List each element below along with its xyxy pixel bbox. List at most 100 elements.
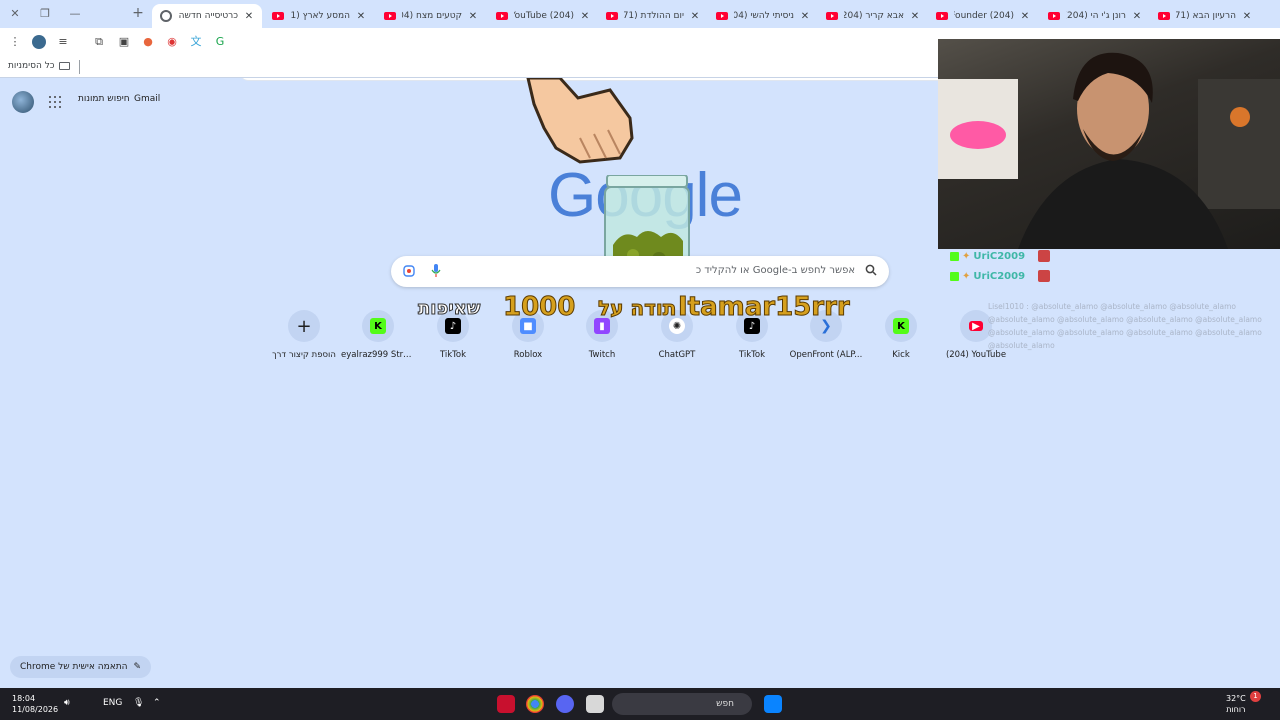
shortcut-kick-stream[interactable]: K eyalraz999 Stre... xyxy=(341,310,415,360)
taskbar-app-icon[interactable] xyxy=(497,695,515,713)
restore-window-icon[interactable]: ❐ xyxy=(37,6,53,22)
shortcut-label: eyalraz999 Stre... xyxy=(341,350,415,360)
youtube-icon xyxy=(826,12,838,20)
file-explorer-icon[interactable] xyxy=(586,695,604,713)
webcam-person-image xyxy=(938,52,1280,249)
donation-thanks: תודה על xyxy=(597,296,677,321)
kick-badge-icon xyxy=(950,271,959,281)
tab-9[interactable]: המסע לארץ (371) ✕ xyxy=(264,4,374,28)
weather-temp: 32°C xyxy=(1226,694,1246,703)
tab-close-icon[interactable]: ✕ xyxy=(690,11,700,22)
tab-label: המסע לארץ (371) xyxy=(290,11,350,21)
customize-chrome-button[interactable]: ✎ התאמה אישית של Chrome xyxy=(10,656,152,678)
kick-icon: K xyxy=(893,318,909,334)
tab-label: כרטיסייה חדשה xyxy=(178,11,238,21)
tab-label: הרעיון הבא (371) xyxy=(1176,11,1236,21)
plus-icon: + xyxy=(296,315,312,337)
taskbar-search[interactable]: חפש xyxy=(612,693,752,715)
close-window-icon[interactable]: ✕ xyxy=(7,6,23,22)
microphone-tray-icon[interactable]: 🎙︎ xyxy=(133,698,144,708)
reading-list-icon[interactable]: ≡ xyxy=(55,34,71,50)
tab-2[interactable]: רונן ג'י הי (204) ✕ xyxy=(1040,4,1150,28)
windows-start-icon[interactable] xyxy=(764,695,782,713)
shortcut-label: OpenFront (ALP... xyxy=(789,350,863,360)
taskbar-search-label: חפש xyxy=(716,699,734,709)
tab-3[interactable]: deFounder (204) ✕ xyxy=(928,4,1038,28)
pencil-icon: ✎ xyxy=(133,662,142,672)
tab-6[interactable]: יום ההולדת (371) ✕ xyxy=(598,4,708,28)
youtube-icon xyxy=(936,12,948,20)
youtube-icon xyxy=(496,12,508,20)
youtube-icon xyxy=(272,12,284,20)
volume-icon[interactable]: 🔊︎ xyxy=(64,698,70,708)
chevron-up-icon[interactable]: ⌃ xyxy=(153,698,161,708)
tab-close-icon[interactable]: ✕ xyxy=(1020,11,1030,22)
tab-close-icon[interactable]: ✕ xyxy=(800,11,810,22)
search-box[interactable]: אפשר לחפש ב-Google או להקליד כ xyxy=(391,256,889,287)
chrome-taskbar-icon[interactable] xyxy=(526,695,544,713)
tab-1[interactable]: הרעיון הבא (371) ✕ xyxy=(1150,4,1260,28)
shortcut-label: TikTok xyxy=(738,350,766,360)
account-avatar[interactable] xyxy=(12,91,34,113)
extension-orange-icon[interactable]: ● xyxy=(140,34,156,50)
grammarly-icon[interactable]: G xyxy=(212,34,228,50)
bookmarks-divider xyxy=(79,60,80,74)
kick-badge-icon xyxy=(950,251,959,261)
youtube-icon: ▶ xyxy=(969,321,983,332)
notification-badge: 1 xyxy=(1250,691,1261,702)
shortcut-label: Roblox xyxy=(513,350,543,360)
tab-4[interactable]: אבא קריר (204) ✕ xyxy=(818,4,928,28)
youtube-icon xyxy=(716,12,728,20)
google-apps-icon[interactable] xyxy=(49,96,61,108)
donation-unit: שאיפות xyxy=(417,298,481,320)
weather-widget[interactable]: 32°C רוחות xyxy=(1226,693,1246,715)
emote-icon xyxy=(1038,270,1051,282)
language-indicator[interactable]: ENG xyxy=(103,698,122,708)
minimize-window-icon[interactable]: — xyxy=(67,6,83,22)
profile-avatar-icon[interactable] xyxy=(31,34,47,50)
tab-label: ניסיתי להשי (204) xyxy=(734,11,794,21)
tab-close-icon[interactable]: ✕ xyxy=(468,11,478,22)
folder-icon xyxy=(58,62,70,70)
tab-close-icon[interactable]: ✕ xyxy=(244,11,254,22)
emote-icon xyxy=(1038,250,1051,262)
tab-label: קטעים מצח (204) xyxy=(402,11,462,21)
menu-icon[interactable]: ⋮ xyxy=(7,34,23,50)
google-lens-icon[interactable] xyxy=(403,265,415,277)
youtube-icon xyxy=(384,12,396,20)
donation-donor: Itamar15rrr xyxy=(678,292,851,323)
cast-icon[interactable]: ▣ xyxy=(116,34,132,50)
tab-close-icon[interactable]: ✕ xyxy=(580,11,590,22)
tab-5[interactable]: ניסיתי להשי (204) ✕ xyxy=(708,4,818,28)
images-link[interactable]: חיפוש תמונות xyxy=(78,94,130,104)
tab-strip: ✕ ❐ — + הרעיון הבא (371) ✕ רונן ג'י הי (2… xyxy=(0,0,1280,28)
clock-time: 18:04 xyxy=(12,694,36,703)
tab-label: YouTube (204) xyxy=(514,11,574,21)
tab-8[interactable]: קטעים מצח (204) ✕ xyxy=(376,4,486,28)
chat-message: ✦ UriC2009 xyxy=(950,270,1051,282)
shortcut-kick[interactable]: K Kick xyxy=(864,310,938,360)
taskbar: 18:04 11/08/2026 🔊︎ ENG 🎙︎ ⌃ חפש 32°C רו… xyxy=(0,688,1280,720)
extension-red-icon[interactable]: ◉ xyxy=(164,34,180,50)
clock[interactable]: 18:04 11/08/2026 xyxy=(12,693,58,715)
all-bookmarks-button[interactable]: כל הסימניות xyxy=(8,61,70,71)
tab-close-icon[interactable]: ✕ xyxy=(356,11,366,22)
new-tab-button[interactable]: + xyxy=(130,6,146,22)
discord-taskbar-icon[interactable] xyxy=(556,695,574,713)
extensions-icon[interactable]: ⧉ xyxy=(91,34,107,50)
gmail-link[interactable]: Gmail xyxy=(134,94,160,104)
tab-close-icon[interactable]: ✕ xyxy=(910,11,920,22)
badge-icon: ✦ xyxy=(962,270,971,282)
microphone-icon[interactable] xyxy=(431,264,441,278)
tab-7[interactable]: YouTube (204) ✕ xyxy=(488,4,598,28)
translate-icon[interactable]: 文 xyxy=(188,34,204,50)
tab-new-tab-active[interactable]: כרטיסייה חדשה ✕ xyxy=(152,4,262,28)
badge-icon: ✦ xyxy=(962,250,971,262)
donation-amount: 1000 xyxy=(502,292,576,323)
add-shortcut-button[interactable]: + הוספת קיצור דרך xyxy=(267,310,341,360)
shortcut-label: הוספת קיצור דרך xyxy=(272,350,336,360)
youtube-icon xyxy=(1158,12,1170,20)
tab-close-icon[interactable]: ✕ xyxy=(1132,11,1142,22)
tab-label: רונן ג'י הי (204) xyxy=(1066,11,1126,21)
tab-close-icon[interactable]: ✕ xyxy=(1242,11,1252,22)
